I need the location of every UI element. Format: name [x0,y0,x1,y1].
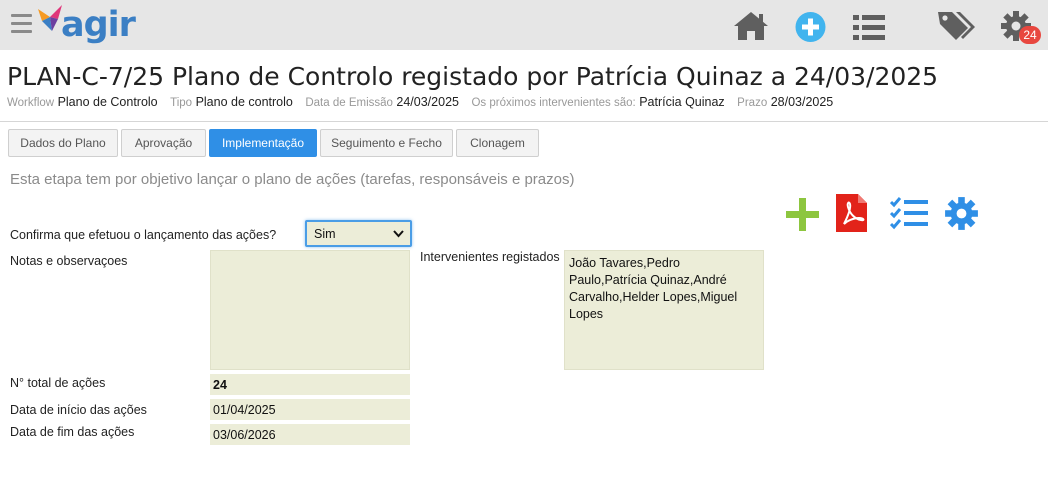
pdf-icon[interactable] [836,194,867,232]
intervenientes-field[interactable]: João Tavares,Pedro Paulo,Patrícia Quinaz… [564,250,764,370]
emissao-label: Data de Emissão [305,97,393,109]
home-icon[interactable] [733,8,769,44]
inicio-field[interactable]: 01/04/2025 [210,399,410,420]
notes-textarea[interactable] [210,250,410,370]
menu-icon[interactable] [11,14,32,34]
inicio-label: Data de início das ações [10,403,147,417]
intervenientes-label: Intervenientes registados [420,250,560,264]
fim-value: 03/06/2026 [213,428,276,442]
prazo-label: Prazo [737,97,768,109]
confirm-label: Confirma que efetuou o lançamento das aç… [10,228,277,242]
header-meta: Workflow Plano de Controlo Tipo Plano de… [7,95,842,109]
workflow-label: Workflow [7,97,55,109]
prazo-value: 28/03/2025 [770,95,834,109]
proximos-intervenientes-label: Os próximos intervenientes são: [471,97,636,109]
header-divider [0,121,1048,122]
notes-label: Notas e observaçoes [10,254,128,268]
chevron-down-icon [393,230,404,238]
fim-field[interactable]: 03/06/2026 [210,424,410,445]
tipo-label: Tipo [170,97,193,109]
settings-icon[interactable] [944,196,979,231]
intervenientes-value: João Tavares,Pedro Paulo,Patrícia Quinaz… [569,256,738,321]
fim-label: Data de fim das ações [10,425,135,439]
confirm-select-value: Sim [314,227,336,241]
proximos-intervenientes-value: Patrícia Quinaz [639,95,725,109]
tab-seguimento-e-fecho[interactable]: Seguimento e Fecho [320,129,453,157]
add-icon[interactable] [786,198,819,231]
tab-clonagem[interactable]: Clonagem [456,129,539,157]
total-acoes-label: N° total de ações [10,376,106,390]
emissao-value: 24/03/2025 [396,95,459,109]
workflow-value: Plano de Controlo [57,95,158,109]
notification-badge[interactable]: 24 [1019,26,1041,44]
tags-icon[interactable] [938,8,976,44]
total-acoes-value: 24 [213,378,227,392]
list-icon[interactable] [853,10,885,46]
tab-bar: Dados do Plano Aprovação Implementação S… [8,129,539,157]
confirm-select[interactable]: Sim [305,220,412,247]
tab-dados-do-plano[interactable]: Dados do Plano [8,129,118,157]
plus-circle-icon[interactable] [795,9,826,45]
top-bar: agir 24 [0,0,1048,50]
tipo-value: Plano de controlo [195,95,293,109]
total-acoes-field[interactable]: 24 [210,374,410,395]
tab-implementacao[interactable]: Implementação [209,129,317,157]
tab-aprovacao[interactable]: Aprovação [121,129,206,157]
page-title: PLAN-C-7/25 Plano de Controlo registado … [7,62,939,91]
step-description: Esta etapa tem por objetivo lançar o pla… [10,171,575,188]
inicio-value: 01/04/2025 [213,403,276,417]
checklist-icon[interactable] [890,197,928,230]
logo-text: agir [61,5,136,45]
